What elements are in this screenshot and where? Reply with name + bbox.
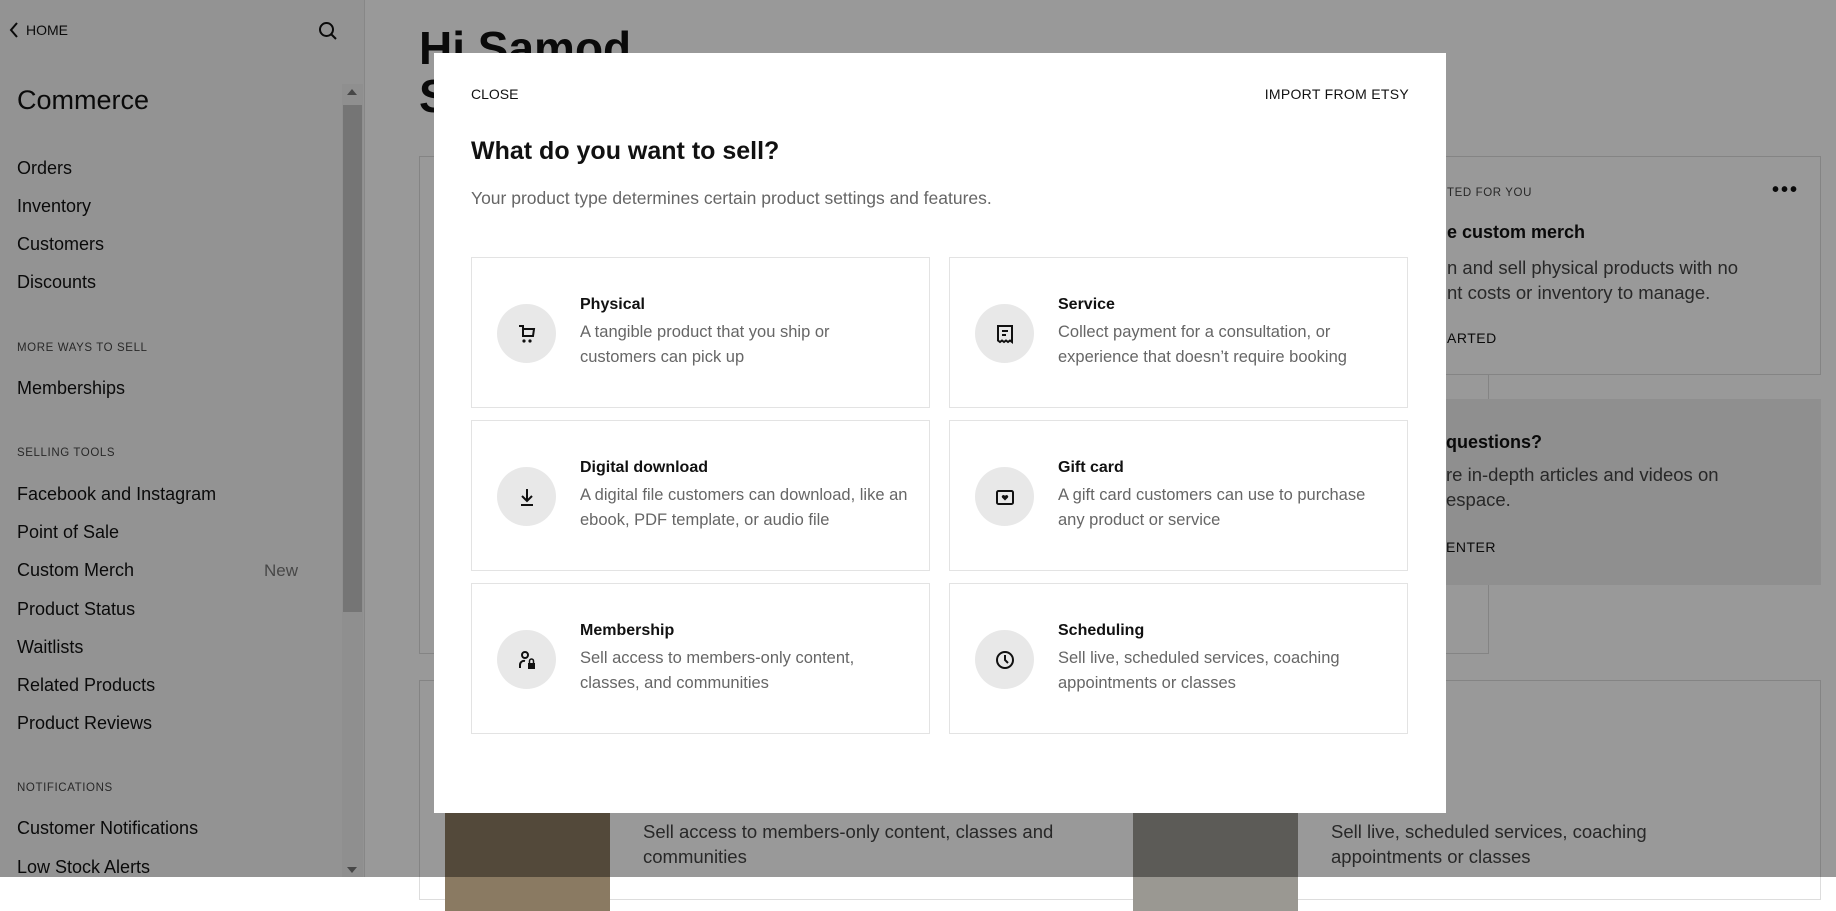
type-desc: A gift card customers can use to purchas…: [1058, 486, 1366, 529]
type-title: Digital download: [580, 459, 708, 476]
receipt-icon: [975, 304, 1034, 363]
type-option-service[interactable]: Service Collect payment for a consultati…: [949, 257, 1408, 408]
type-title: Scheduling: [1058, 622, 1145, 639]
type-desc: Sell live, scheduled services, coaching …: [1058, 649, 1340, 692]
type-title: Membership: [580, 622, 675, 639]
close-button[interactable]: CLOSE: [471, 86, 518, 102]
type-option-gift-card[interactable]: Gift card A gift card customers can use …: [949, 420, 1408, 571]
download-icon: [497, 467, 556, 526]
import-from-etsy-button[interactable]: IMPORT FROM ETSY: [1265, 86, 1409, 102]
type-option-membership[interactable]: Membership Sell access to members-only c…: [471, 583, 930, 734]
type-option-digital-download[interactable]: Digital download A digital file customer…: [471, 420, 930, 571]
type-title: Physical: [580, 296, 645, 313]
type-desc: Collect payment for a consultation, or e…: [1058, 323, 1347, 366]
cart-icon: [497, 304, 556, 363]
type-title: Gift card: [1058, 459, 1124, 476]
modal-title: What do you want to sell?: [471, 137, 780, 165]
type-desc: Sell access to members-only content, cla…: [580, 649, 855, 692]
member-lock-icon: [497, 630, 556, 689]
product-type-modal: CLOSE IMPORT FROM ETSY What do you want …: [434, 53, 1446, 813]
type-option-physical[interactable]: Physical A tangible product that you shi…: [471, 257, 930, 408]
type-title: Service: [1058, 296, 1115, 313]
gift-card-icon: [975, 467, 1034, 526]
modal-subtitle: Your product type determines certain pro…: [471, 188, 992, 208]
clock-icon: [975, 630, 1034, 689]
type-desc: A digital file customers can download, l…: [580, 486, 908, 529]
type-desc: A tangible product that you ship or cust…: [580, 323, 830, 366]
type-option-scheduling[interactable]: Scheduling Sell live, scheduled services…: [949, 583, 1408, 734]
